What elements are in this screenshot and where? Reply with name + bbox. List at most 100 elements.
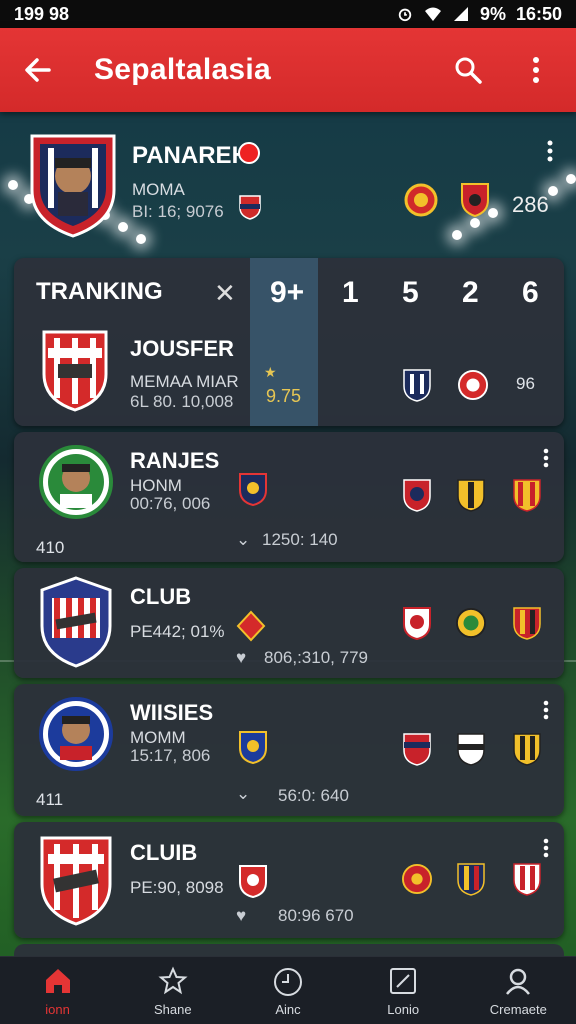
profile-icon xyxy=(506,968,531,995)
nav-ainc[interactable]: Ainc xyxy=(238,964,338,1017)
club-crest xyxy=(30,134,116,238)
row-count: 96 xyxy=(516,374,535,393)
club-crest xyxy=(40,836,112,926)
status-bar: 199 98 9% 16:50 xyxy=(0,0,576,28)
heart-icon[interactable]: ♥ xyxy=(236,648,246,668)
app-bar: Sepaltalasia xyxy=(0,28,576,112)
column-header[interactable]: 1 xyxy=(342,276,359,310)
player-stats: BI: 16; 9076 xyxy=(132,202,224,221)
status-time-right: 16:50 xyxy=(515,3,562,24)
more-options-button[interactable] xyxy=(542,838,550,863)
rank-number: 410 xyxy=(36,538,65,557)
club-badge-icon[interactable] xyxy=(402,478,432,512)
player-name: PANAREH xyxy=(132,142,249,169)
rating-value: 9.75 xyxy=(266,386,302,406)
status-time-left: 199 98 xyxy=(14,3,70,24)
tracking-card: TRANKING ✕ 9+ 1 5 2 6 JOUSFER MEMAA MIAR… xyxy=(14,258,564,426)
club-badge-icon[interactable] xyxy=(456,478,486,512)
more-vertical-icon xyxy=(543,700,549,720)
nav-label: Ainc xyxy=(275,1002,301,1017)
club-badge-icon[interactable] xyxy=(402,862,432,896)
club-crest xyxy=(42,330,108,412)
list-item[interactable]: CLUB PE442; 01% ♥ 806,:310, 779 xyxy=(14,568,564,678)
club-badge-icon xyxy=(236,610,266,642)
nav-share[interactable]: Shane xyxy=(123,964,223,1017)
nav-home[interactable]: ionn xyxy=(8,964,108,1017)
row-subtitle: PE:90, 8098 xyxy=(130,878,224,897)
club-badge-icon[interactable] xyxy=(402,368,432,402)
more-vertical-icon xyxy=(547,140,553,162)
heart-icon[interactable]: ♥ xyxy=(236,906,246,926)
row-subtitle: MOMM xyxy=(130,728,186,747)
alarm-icon xyxy=(398,8,412,22)
more-options-button[interactable] xyxy=(546,140,554,167)
row-stats: 6L 80. 10,008 xyxy=(130,392,234,411)
row-stats: 00:76, 006 xyxy=(130,494,211,513)
club-badge-icon[interactable] xyxy=(402,606,432,640)
club-badge-icon[interactable] xyxy=(402,732,432,766)
club-badge-icon[interactable] xyxy=(404,182,438,218)
club-badge-icon[interactable] xyxy=(512,732,542,766)
player-avatar xyxy=(39,445,113,519)
club-badge-icon[interactable] xyxy=(512,606,542,640)
home-icon xyxy=(45,969,70,993)
club-badge-icon[interactable] xyxy=(512,862,542,896)
nav-label: ionn xyxy=(45,1002,70,1017)
club-badge-icon xyxy=(239,473,267,506)
row-title: WIISIES xyxy=(130,700,214,725)
row-meta: 1250: 140 xyxy=(262,530,338,549)
club-crest xyxy=(40,576,112,668)
club-badge-icon[interactable] xyxy=(512,478,542,512)
club-badge-icon xyxy=(239,865,267,898)
nav-label: Lonio xyxy=(387,1002,420,1017)
signal-icon xyxy=(453,7,468,21)
row-title: JOUSFER xyxy=(130,336,234,361)
rank-number: 411 xyxy=(36,790,64,809)
search-button[interactable] xyxy=(446,48,490,92)
row-subtitle: PE442; 01% xyxy=(130,622,225,641)
mini-badge-icon xyxy=(239,195,261,220)
live-indicator-icon xyxy=(238,142,260,164)
column-header[interactable]: 2 xyxy=(462,276,479,310)
column-header[interactable]: 6 xyxy=(522,276,539,310)
row-meta: 80:96 670 xyxy=(278,906,354,925)
tracking-label: TRANKING xyxy=(36,278,163,305)
close-button[interactable]: ✕ xyxy=(214,278,236,309)
player-subtitle: MOMA xyxy=(132,180,185,199)
column-header[interactable]: 9+ xyxy=(270,276,304,310)
column-header[interactable]: 5 xyxy=(402,276,419,310)
featured-player[interactable]: PANAREH MOMA BI: 16; 9076 286 xyxy=(0,126,576,246)
row-stats: 15:17, 806 xyxy=(130,746,211,765)
list-item[interactable]: WIISIES MOMM 15:17, 806 411 ⌄ 56:0: 640 xyxy=(14,684,564,816)
star-icon: ★ xyxy=(264,364,277,380)
chevron-down-icon[interactable]: ⌄ xyxy=(236,784,250,804)
edit-icon xyxy=(390,968,417,994)
page-title: Sepaltalasia xyxy=(94,53,272,86)
list-item[interactable]: CLUIB PE:90, 8098 ♥ 80:96 670 xyxy=(14,822,564,938)
list-item[interactable]: RANJES HONM 00:76, 006 410 ⌄ 1250: 140 xyxy=(14,432,564,562)
row-title: CLUB xyxy=(130,584,192,609)
club-badge-icon[interactable] xyxy=(460,182,490,218)
back-button[interactable] xyxy=(18,50,58,90)
row-title: CLUIB xyxy=(130,840,198,865)
chevron-down-icon[interactable]: ⌄ xyxy=(236,530,250,550)
club-badge-icon[interactable] xyxy=(456,606,486,640)
nav-lonio[interactable]: Lonio xyxy=(353,964,453,1017)
star-icon xyxy=(158,966,188,995)
club-badge-icon[interactable] xyxy=(458,368,488,402)
more-options-button[interactable] xyxy=(542,448,550,473)
club-badge-icon[interactable] xyxy=(456,732,486,766)
club-badge-icon[interactable] xyxy=(456,862,486,896)
row-title: RANJES xyxy=(130,448,220,473)
nav-profile[interactable]: Cremaete xyxy=(468,964,568,1017)
row-subtitle: HONM xyxy=(130,476,182,495)
row-meta: 806,:310, 779 xyxy=(264,648,368,667)
player-avatar xyxy=(39,697,113,771)
more-options-button[interactable] xyxy=(542,700,550,725)
nav-label: Cremaete xyxy=(489,1002,547,1017)
battery-text: 9% xyxy=(479,3,506,24)
row-meta: 56:0: 640 xyxy=(278,786,349,805)
more-vertical-icon xyxy=(533,57,539,83)
nav-label: Shane xyxy=(153,1002,192,1017)
more-options-button[interactable] xyxy=(514,48,558,92)
